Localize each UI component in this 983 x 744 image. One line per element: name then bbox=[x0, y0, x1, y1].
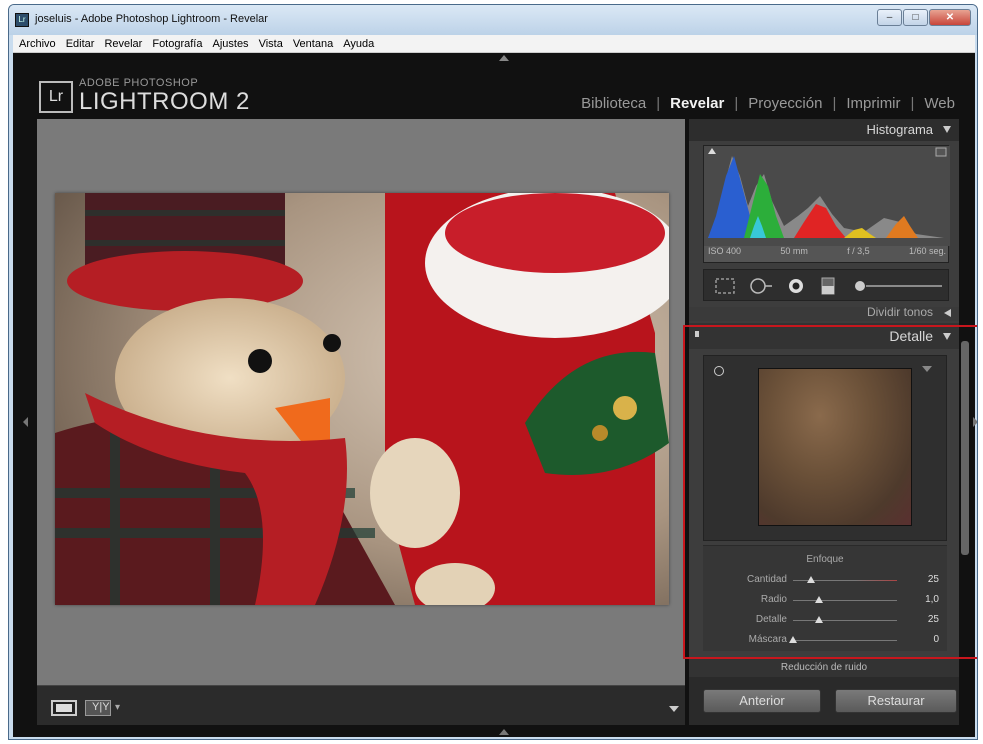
mascara-value[interactable]: 0 bbox=[933, 634, 939, 645]
module-biblioteca[interactable]: Biblioteca bbox=[579, 95, 648, 112]
menu-fotografia[interactable]: Fotografía bbox=[152, 38, 202, 50]
lightroom-workspace: Lr ADOBE PHOTOSHOP LIGHTROOM 2 Bibliotec… bbox=[13, 53, 977, 737]
module-separator: | bbox=[734, 95, 739, 112]
panel-switch-icon[interactable] bbox=[695, 331, 699, 337]
snowman-photo[interactable] bbox=[55, 193, 669, 605]
cantidad-slider-row: Cantidad 25 bbox=[703, 572, 947, 590]
right-panel: Histograma ISO 400 50 mm f / 3,5 1/60 se… bbox=[689, 119, 959, 725]
menu-editar[interactable]: Editar bbox=[66, 38, 95, 50]
dividir-tonos-title: Dividir tonos bbox=[866, 307, 933, 319]
mascara-slider-track[interactable] bbox=[793, 640, 897, 641]
brand-lightroom: LIGHTROOM 2 bbox=[79, 88, 250, 115]
right-panel-scrollbar[interactable] bbox=[961, 341, 969, 555]
histogram-metadata: ISO 400 50 mm f / 3,5 1/60 seg. bbox=[704, 246, 950, 262]
view-options-chevron-icon[interactable]: ▾ bbox=[115, 702, 120, 713]
module-separator: | bbox=[656, 95, 661, 112]
focal-length: 50 mm bbox=[780, 246, 808, 256]
photo-image bbox=[55, 193, 669, 605]
lightroom-logo: Lr bbox=[39, 81, 73, 113]
histogram-title: Histograma bbox=[866, 122, 933, 137]
radio-value[interactable]: 1,0 bbox=[925, 594, 939, 605]
enfoque-title: Enfoque bbox=[806, 554, 844, 565]
cantidad-label: Cantidad bbox=[746, 574, 787, 585]
preview-target-icon[interactable] bbox=[714, 366, 724, 376]
maximize-button[interactable]: □ bbox=[903, 9, 928, 26]
detalle-value[interactable]: 25 bbox=[928, 614, 939, 625]
aperture-value: f / 3,5 bbox=[847, 246, 870, 256]
adjustment-brush-icon[interactable] bbox=[852, 277, 946, 295]
preview-menu-icon[interactable] bbox=[922, 366, 932, 372]
detalle-slider-track[interactable] bbox=[793, 620, 897, 621]
restaurar-button[interactable]: Restaurar bbox=[835, 689, 957, 713]
menu-revelar[interactable]: Revelar bbox=[104, 38, 142, 50]
bottom-panel-toggle-icon[interactable] bbox=[499, 729, 509, 735]
toolbar-content-menu-icon[interactable] bbox=[669, 706, 679, 712]
menu-vista[interactable]: Vista bbox=[259, 38, 283, 50]
dividir-tonos-header[interactable]: Dividir tonos bbox=[689, 307, 959, 321]
histogram-chart[interactable]: ISO 400 50 mm f / 3,5 1/60 seg. bbox=[703, 145, 950, 263]
crop-overlay-icon[interactable] bbox=[714, 277, 736, 295]
window-title: joseluis - Adobe Photoshop Lightroom - R… bbox=[35, 13, 268, 25]
reduccion-de-ruido-header[interactable]: Reducción de ruido bbox=[689, 659, 959, 677]
top-panel-toggle-icon[interactable] bbox=[499, 55, 509, 61]
before-after-view-button[interactable]: Y|Y bbox=[85, 700, 111, 716]
detail-preview-box bbox=[703, 355, 947, 541]
viewer-toolbar: Y|Y ▾ bbox=[37, 685, 685, 725]
module-proyeccion[interactable]: Proyección bbox=[746, 95, 824, 112]
module-web[interactable]: Web bbox=[922, 95, 957, 112]
module-revelar[interactable]: Revelar bbox=[668, 95, 726, 112]
collapse-triangle-icon[interactable] bbox=[943, 333, 951, 340]
spot-removal-icon[interactable] bbox=[748, 277, 774, 295]
enfoque-section: Enfoque Cantidad 25 Radio 1,0 Detalle 25… bbox=[703, 545, 947, 651]
highlight-clip-icon bbox=[935, 147, 947, 157]
close-button[interactable]: ✕ bbox=[929, 9, 971, 26]
lightroom-app-icon: Lr bbox=[15, 13, 29, 27]
detalle-slider-thumb[interactable] bbox=[815, 616, 823, 623]
detail-zoom-preview[interactable] bbox=[758, 368, 912, 526]
detalle-panel: Detalle Enfoque Cantidad 25 Radio 1,0 De… bbox=[689, 323, 959, 653]
cantidad-value[interactable]: 25 bbox=[928, 574, 939, 585]
window-controls: – □ ✕ bbox=[876, 9, 971, 26]
radio-slider-row: Radio 1,0 bbox=[703, 592, 947, 610]
right-panel-toggle-icon[interactable] bbox=[973, 417, 977, 427]
cantidad-slider-thumb[interactable] bbox=[806, 576, 815, 583]
iso-value: ISO 400 bbox=[708, 246, 742, 256]
mascara-slider-row: Máscara 0 bbox=[703, 632, 947, 650]
radio-label: Radio bbox=[760, 594, 787, 605]
menu-ajustes[interactable]: Ajustes bbox=[212, 38, 248, 50]
menu-ventana[interactable]: Ventana bbox=[293, 38, 333, 50]
graduated-filter-icon[interactable] bbox=[820, 277, 836, 295]
radio-slider-thumb[interactable] bbox=[815, 596, 823, 603]
mascara-label: Máscara bbox=[748, 634, 787, 645]
menu-archivo[interactable]: Archivo bbox=[19, 38, 56, 50]
detalle-title: Detalle bbox=[889, 328, 933, 344]
histogram-graph bbox=[704, 146, 950, 246]
photo-viewer[interactable] bbox=[37, 119, 685, 685]
module-picker: Biblioteca | Revelar | Proyección | Impr… bbox=[579, 95, 957, 112]
shutter-speed: 1/60 seg. bbox=[908, 246, 946, 256]
radio-slider-track[interactable] bbox=[793, 600, 897, 601]
detalle-slider-row: Detalle 25 bbox=[703, 612, 947, 630]
detalle-header[interactable]: Detalle bbox=[689, 323, 959, 349]
detalle-label: Detalle bbox=[755, 614, 787, 625]
collapse-triangle-icon[interactable] bbox=[943, 126, 951, 133]
app-window: Lr joseluis - Adobe Photoshop Lightroom … bbox=[8, 4, 978, 740]
minimize-button[interactable]: – bbox=[877, 9, 902, 26]
before-after-glyph: Y|Y bbox=[92, 701, 110, 713]
title-bar[interactable]: Lr joseluis - Adobe Photoshop Lightroom … bbox=[9, 5, 977, 35]
right-panel-footer: Anterior Restaurar bbox=[689, 677, 959, 725]
menu-ayuda[interactable]: Ayuda bbox=[343, 38, 374, 50]
menu-bar: Archivo Editar Revelar Fotografía Ajuste… bbox=[13, 35, 975, 53]
module-separator: | bbox=[832, 95, 837, 112]
mascara-slider-thumb[interactable] bbox=[789, 636, 797, 643]
red-eye-correction-icon[interactable] bbox=[786, 277, 806, 295]
expand-triangle-icon[interactable] bbox=[944, 309, 951, 317]
anterior-button[interactable]: Anterior bbox=[703, 689, 821, 713]
histogram-header[interactable]: Histograma bbox=[689, 119, 959, 141]
module-imprimir[interactable]: Imprimir bbox=[844, 95, 902, 112]
tool-strip bbox=[703, 269, 949, 301]
left-panel-toggle-icon[interactable] bbox=[23, 417, 28, 427]
loupe-view-button[interactable] bbox=[51, 700, 77, 716]
module-separator: | bbox=[910, 95, 915, 112]
